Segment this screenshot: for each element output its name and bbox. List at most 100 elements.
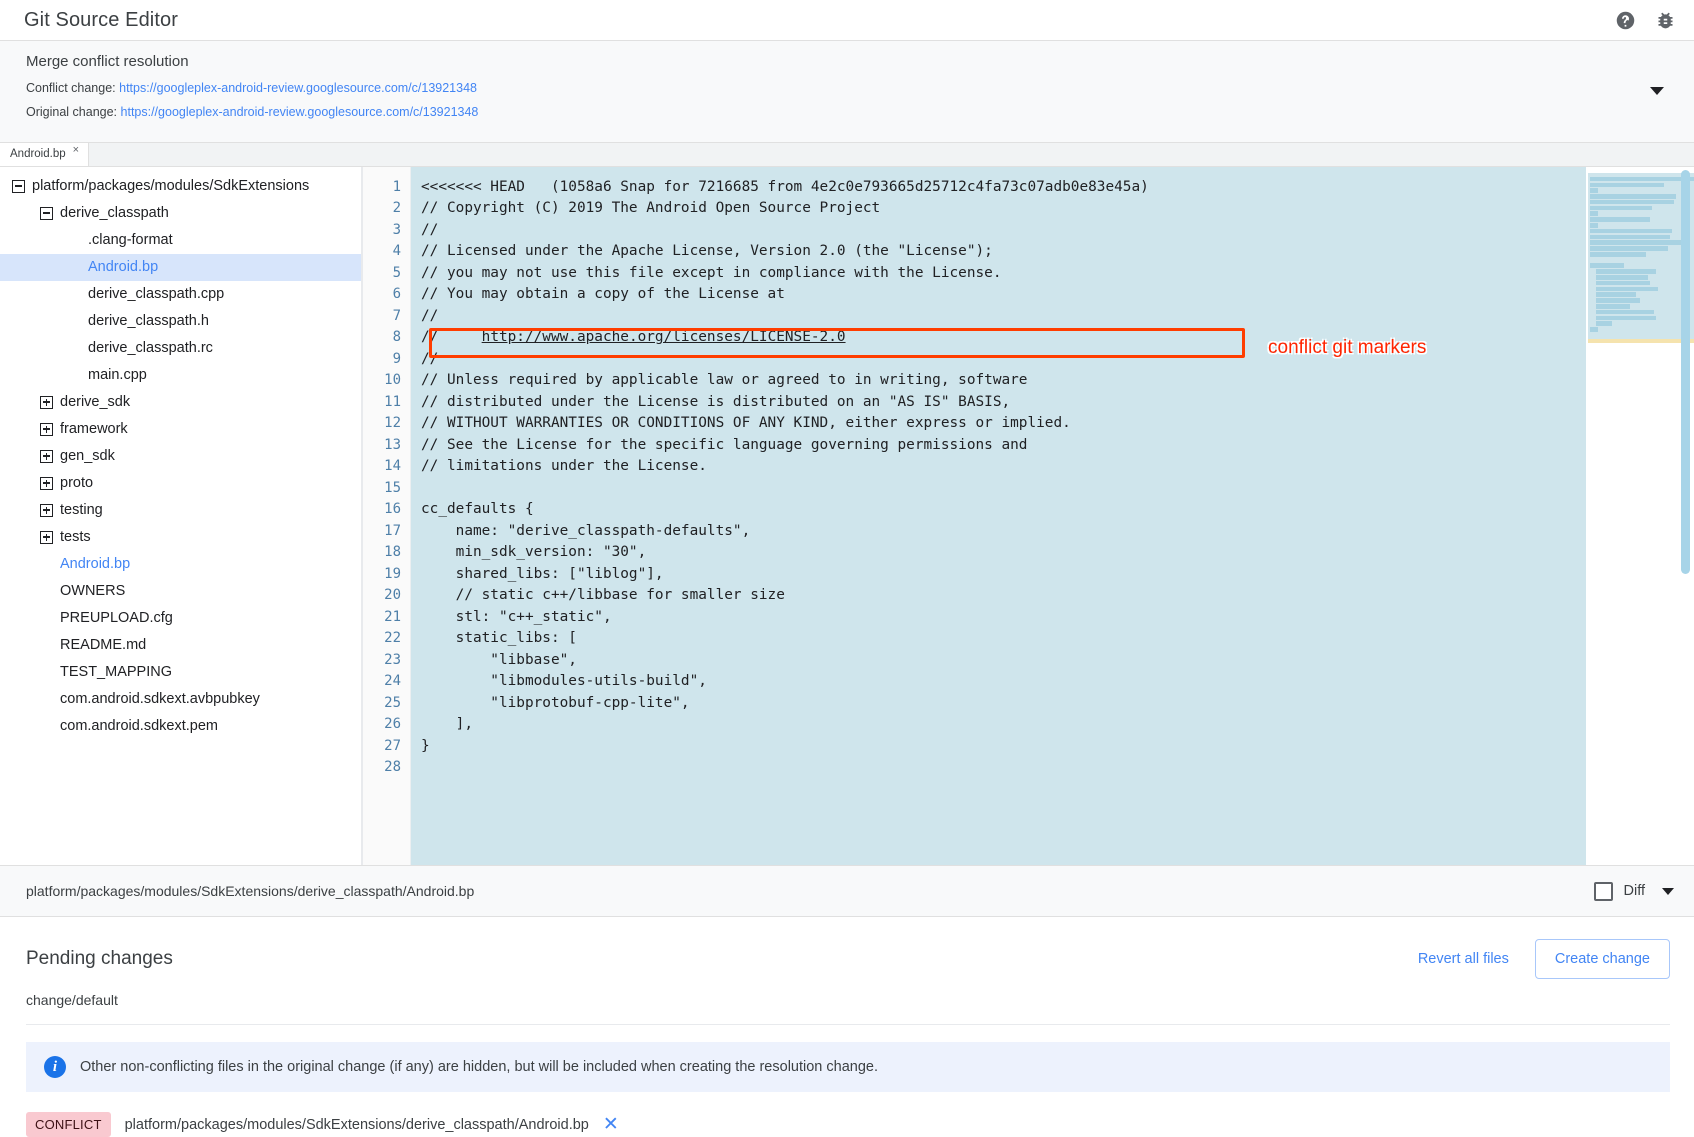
minimap-line <box>1590 177 1694 182</box>
tab-android-bp[interactable]: Android.bp × <box>0 142 89 166</box>
tree-item[interactable]: README.md <box>0 632 361 659</box>
tree-item-label: derive_sdk <box>60 394 130 410</box>
code-line[interactable]: <<<<<<< HEAD (1058a6 Snap for 7216685 fr… <box>411 177 1586 199</box>
minimap-line <box>1590 229 1672 234</box>
tree-item[interactable]: com.android.sdkext.avbpubkey <box>0 686 361 713</box>
code-line[interactable]: // Licensed under the Apache License, Ve… <box>411 241 1586 263</box>
chevron-down-icon <box>1650 87 1664 95</box>
collapse-icon[interactable] <box>40 207 53 220</box>
code-line[interactable]: "libmodules-utils-build", <box>411 671 1586 693</box>
bug-icon[interactable] <box>1654 9 1676 31</box>
code-line[interactable]: static_libs: [ <box>411 628 1586 650</box>
expand-icon[interactable] <box>40 531 53 544</box>
code-content[interactable]: <<<<<<< HEAD (1058a6 Snap for 7216685 fr… <box>411 167 1586 865</box>
current-file-path: platform/packages/modules/SdkExtensions/… <box>26 883 474 899</box>
code-line[interactable]: "libprotobuf-cpp-lite", <box>411 693 1586 715</box>
code-line[interactable]: shared_libs: ["liblog"], <box>411 564 1586 586</box>
code-url-link[interactable]: http://www.apache.org/licenses/LICENSE-2… <box>482 329 846 345</box>
code-line[interactable]: ], <box>411 714 1586 736</box>
code-line[interactable]: // Unless required by applicable law or … <box>411 370 1586 392</box>
expand-icon[interactable] <box>40 504 53 517</box>
code-line[interactable]: stl: "c++_static", <box>411 607 1586 629</box>
minimap-line <box>1596 321 1612 326</box>
tree-item[interactable]: Android.bp <box>0 254 361 281</box>
status-badge: CONFLICT <box>26 1112 111 1137</box>
conflict-file-row: CONFLICT platform/packages/modules/SdkEx… <box>26 1112 1670 1137</box>
tree-item[interactable]: main.cpp <box>0 362 361 389</box>
tree-item[interactable]: TEST_MAPPING <box>0 659 361 686</box>
create-change-button[interactable]: Create change <box>1535 939 1670 979</box>
tree-item[interactable]: framework <box>0 416 361 443</box>
tree-item-label: framework <box>60 421 128 437</box>
editor-body: platform/packages/modules/SdkExtensions d… <box>0 167 1694 865</box>
collapse-icon[interactable] <box>12 180 25 193</box>
file-tree[interactable]: platform/packages/modules/SdkExtensions d… <box>0 167 362 865</box>
code-line[interactable]: // static c++/libbase for smaller size <box>411 585 1586 607</box>
revert-all-files-button[interactable]: Revert all files <box>1406 943 1521 975</box>
code-line[interactable]: cc_defaults { <box>411 499 1586 521</box>
code-line[interactable] <box>411 757 1586 779</box>
chevron-down-icon[interactable] <box>1662 888 1674 895</box>
expand-icon[interactable] <box>40 396 53 409</box>
scrollbar-thumb[interactable] <box>1681 170 1690 574</box>
code-line[interactable]: name: "derive_classpath-defaults", <box>411 521 1586 543</box>
code-line[interactable]: // http://www.apache.org/licenses/LICENS… <box>411 327 1586 349</box>
line-number: 6 <box>363 284 401 306</box>
code-line[interactable]: // See the License for the specific lang… <box>411 435 1586 457</box>
expand-icon[interactable] <box>40 477 53 490</box>
expand-icon[interactable] <box>40 450 53 463</box>
tree-item-label: TEST_MAPPING <box>60 664 172 680</box>
line-number: 9 <box>363 349 401 371</box>
info-banner-text: Other non-conflicting files in the origi… <box>80 1059 878 1075</box>
minimap-line <box>1590 327 1598 332</box>
code-line[interactable]: // you may not use this file except in c… <box>411 263 1586 285</box>
tree-item[interactable]: PREUPLOAD.cfg <box>0 605 361 632</box>
code-line[interactable]: // <box>411 349 1586 371</box>
tree-item[interactable]: gen_sdk <box>0 443 361 470</box>
tree-item[interactable]: testing <box>0 497 361 524</box>
tree-item[interactable]: OWNERS <box>0 578 361 605</box>
code-line[interactable]: // WITHOUT WARRANTIES OR CONDITIONS OF A… <box>411 413 1586 435</box>
tree-item[interactable]: derive_classpath.cpp <box>0 281 361 308</box>
conflict-change-link[interactable]: https://googleplex-android-review.google… <box>119 81 477 95</box>
tree-item[interactable]: proto <box>0 470 361 497</box>
code-line[interactable]: min_sdk_version: "30", <box>411 542 1586 564</box>
tree-item[interactable]: .clang-format <box>0 227 361 254</box>
tree-item-label: README.md <box>60 637 146 653</box>
line-number: 3 <box>363 220 401 242</box>
code-line[interactable]: // Copyright (C) 2019 The Android Open S… <box>411 198 1586 220</box>
code-editor[interactable]: 1234567891011121314151617181920212223242… <box>362 167 1694 865</box>
tree-item-label: tests <box>60 529 91 545</box>
conflict-file-path: platform/packages/modules/SdkExtensions/… <box>125 1117 589 1133</box>
conflict-change-label: Conflict change: <box>26 81 116 95</box>
tree-item[interactable]: com.android.sdkext.pem <box>0 713 361 740</box>
conflict-change-row: Conflict change: https://googleplex-andr… <box>26 80 1670 97</box>
editor-minimap[interactable] <box>1586 167 1694 865</box>
code-line[interactable]: "libbase", <box>411 650 1586 672</box>
tree-item[interactable]: tests <box>0 524 361 551</box>
code-line[interactable]: // <box>411 306 1586 328</box>
close-icon[interactable]: ✕ <box>603 1115 619 1134</box>
merge-header-collapse-button[interactable] <box>1646 80 1668 102</box>
tree-item[interactable]: derive_classpath.rc <box>0 335 361 362</box>
tree-item[interactable]: derive_classpath.h <box>0 308 361 335</box>
code-line[interactable]: // limitations under the License. <box>411 456 1586 478</box>
tree-item-label: gen_sdk <box>60 448 115 464</box>
code-line[interactable]: // distributed under the License is dist… <box>411 392 1586 414</box>
code-line[interactable] <box>411 478 1586 500</box>
close-icon[interactable]: × <box>73 145 79 156</box>
line-number: 20 <box>363 585 401 607</box>
editor-scrollbar[interactable] <box>1681 170 1690 865</box>
expand-icon[interactable] <box>40 423 53 436</box>
help-icon[interactable] <box>1614 9 1636 31</box>
diff-checkbox[interactable] <box>1594 882 1613 901</box>
code-line[interactable]: // <box>411 220 1586 242</box>
tree-item[interactable]: derive_classpath <box>0 200 361 227</box>
tree-item[interactable]: derive_sdk <box>0 389 361 416</box>
tree-item[interactable]: platform/packages/modules/SdkExtensions <box>0 173 361 200</box>
code-line[interactable]: // You may obtain a copy of the License … <box>411 284 1586 306</box>
code-line[interactable]: } <box>411 736 1586 758</box>
tree-item-label: platform/packages/modules/SdkExtensions <box>32 178 309 194</box>
tree-item[interactable]: Android.bp <box>0 551 361 578</box>
original-change-link[interactable]: https://googleplex-android-review.google… <box>121 105 479 119</box>
